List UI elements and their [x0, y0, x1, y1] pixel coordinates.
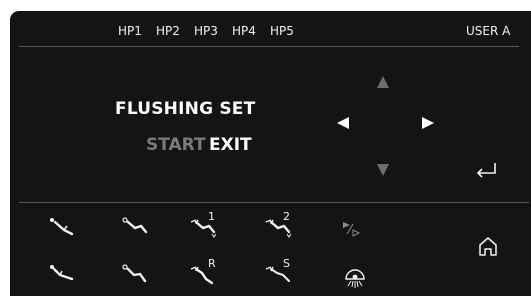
instrument-2-icon[interactable] [121, 216, 151, 240]
lamp-icon[interactable] [343, 267, 367, 291]
instrument-3-label: 1 [208, 210, 215, 223]
header-divider [19, 46, 519, 47]
triangle-up-icon[interactable] [376, 75, 390, 89]
instrument-5-icon[interactable] [48, 263, 78, 287]
play-skip-icon[interactable] [341, 220, 363, 238]
control-panel-screen: HP1 HP2 HP3 HP4 HP5 USER A FLUSHING SET … [10, 11, 531, 296]
tab-hp2[interactable]: HP2 [156, 24, 180, 38]
controls-divider [19, 202, 529, 203]
triangle-right-icon[interactable] [420, 115, 436, 131]
instrument-7-icon[interactable]: R [188, 257, 222, 287]
tab-hp3[interactable]: HP3 [194, 24, 218, 38]
triangle-down-icon[interactable] [376, 163, 390, 177]
instrument-4-label: 2 [283, 210, 290, 223]
exit-button[interactable]: EXIT [209, 135, 252, 155]
instrument-1-icon[interactable] [48, 216, 78, 240]
user-label[interactable]: USER A [466, 24, 510, 38]
instrument-7-label: R [208, 257, 216, 270]
instrument-3-icon[interactable]: 1 [188, 210, 222, 240]
triangle-left-icon[interactable] [335, 115, 351, 131]
tab-hp4[interactable]: HP4 [232, 24, 256, 38]
instrument-4-icon[interactable]: 2 [263, 210, 297, 240]
tab-hp1[interactable]: HP1 [118, 24, 142, 38]
enter-return-icon[interactable] [473, 161, 499, 181]
tab-hp5[interactable]: HP5 [270, 24, 294, 38]
instrument-8-label: S [283, 257, 290, 270]
handpiece-tabs: HP1 HP2 HP3 HP4 HP5 USER A [10, 24, 531, 40]
instrument-6-icon[interactable] [121, 263, 151, 287]
page-title: FLUSHING SET [115, 99, 256, 119]
start-button[interactable]: START [146, 135, 206, 155]
instrument-8-icon[interactable]: S [263, 257, 297, 287]
home-icon[interactable] [477, 235, 499, 257]
